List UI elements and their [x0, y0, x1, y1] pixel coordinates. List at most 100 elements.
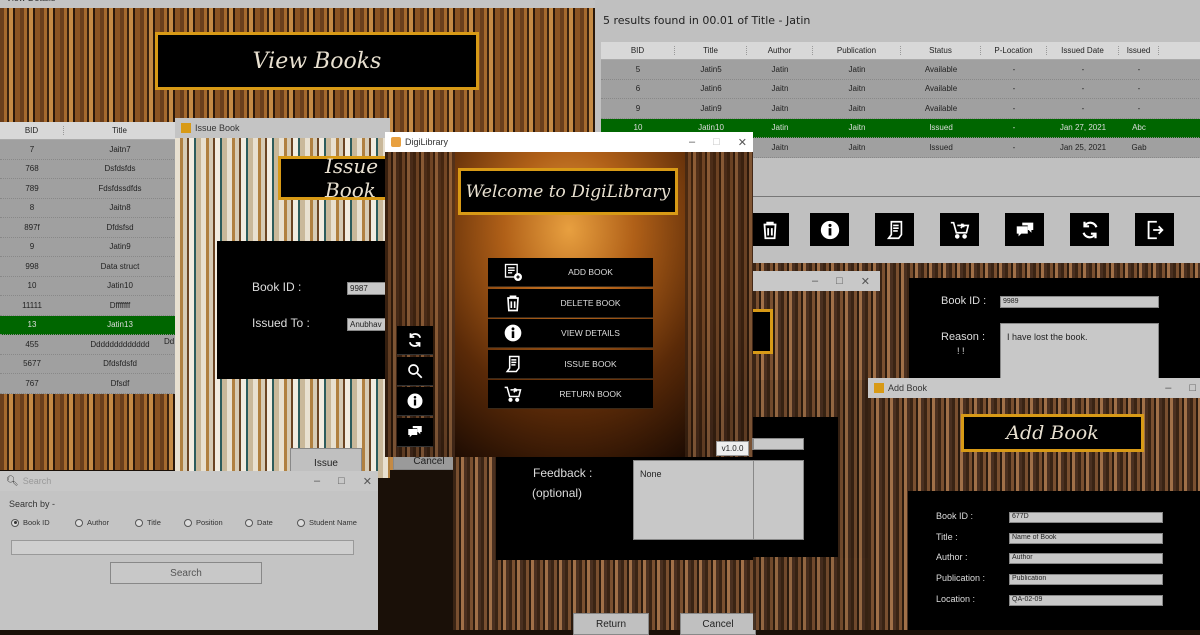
cell-bid: 7	[29, 144, 35, 154]
maximize-icon[interactable]: □	[836, 275, 843, 287]
table-row[interactable]: 897f Dfdsfsd	[0, 218, 176, 238]
search-option-position[interactable]: Position	[184, 518, 223, 527]
maximize-icon[interactable]: □	[338, 475, 345, 487]
cell-bid: 11111	[22, 300, 42, 310]
column-header[interactable]: P-Location	[981, 46, 1047, 55]
menu-item-add-book[interactable]: ADD BOOK	[488, 258, 653, 287]
table-row[interactable]: 767 Dfsdf	[0, 374, 176, 394]
info-button[interactable]	[810, 213, 849, 246]
table-row[interactable]: 9 Jatin9 Jaitn Jaitn Available - - -	[601, 99, 1200, 119]
issued-to-label: Issued To :	[252, 316, 310, 330]
cell-title: Data struct	[100, 261, 140, 271]
column-header[interactable]: Issued	[1119, 46, 1159, 55]
side-feedback-button[interactable]	[397, 417, 433, 447]
issue-icon	[488, 354, 538, 374]
table-row[interactable]: 8 Jaitn8	[0, 198, 176, 218]
column-header-bid[interactable]: BID	[0, 126, 64, 135]
table-row[interactable]: 768 Dsfdsfds	[0, 159, 176, 179]
side-search-button[interactable]	[397, 356, 433, 386]
trash-button[interactable]	[750, 213, 789, 246]
close-icon[interactable]: ✕	[738, 136, 747, 149]
search-input[interactable]	[11, 540, 354, 555]
issued-to-input[interactable]: Anubhav	[347, 318, 387, 331]
issue-button[interactable]	[875, 213, 914, 246]
table-row[interactable]: 11111 Dfffffff	[0, 296, 176, 316]
column-header[interactable]: Publication	[813, 46, 901, 55]
radio-button[interactable]	[297, 518, 305, 527]
close-icon[interactable]: ✕	[363, 475, 372, 488]
radio-button[interactable]	[75, 518, 83, 527]
add-book-titlebar: Add Book – □	[868, 378, 1200, 398]
menu-item-return-book[interactable]: RETURN BOOK	[488, 380, 653, 409]
radio-button[interactable]	[184, 518, 192, 527]
column-header[interactable]: Status	[901, 46, 981, 55]
results-summary: 5 results found in 00.01 of Title - Jati…	[603, 14, 811, 27]
table-row[interactable]: 789 Fdsfdssdfds	[0, 179, 176, 199]
table-cell: Available	[924, 103, 958, 113]
refresh-button[interactable]	[1070, 213, 1109, 246]
search-option-book-id[interactable]: Book ID	[11, 518, 50, 527]
column-header[interactable]: Title	[675, 46, 747, 55]
side-refresh-button[interactable]	[397, 326, 433, 355]
column-header[interactable]: Author	[747, 46, 813, 55]
table-row[interactable]: 6 Jatin6 Jaitn Jaitn Available - - -	[601, 79, 1200, 99]
table-row[interactable]: 998 Data struct	[0, 257, 176, 277]
add-field-label: Author :	[936, 552, 968, 563]
radio-label: Position	[196, 518, 223, 527]
add-book-icon	[488, 262, 538, 282]
search-option-title[interactable]: Title	[135, 518, 161, 527]
radio-button[interactable]	[245, 518, 253, 527]
menu-item-delete-book[interactable]: DELETE BOOK	[488, 288, 653, 318]
table-row[interactable]: 5 Jatin5 Jatin Jatin Available - - -	[601, 60, 1200, 80]
table-cell: Jaitn	[771, 142, 789, 152]
table-row[interactable]: 7 Jaitn7	[0, 140, 176, 160]
overflow-text: Dd	[164, 337, 175, 346]
table-row[interactable]: 5677 Dfdsfdsfd	[0, 354, 176, 374]
return-right-textarea[interactable]	[753, 460, 804, 540]
table-row[interactable]: 10 Jatin10	[0, 276, 176, 296]
menu-item-issue-book[interactable]: ISSUE BOOK	[488, 349, 653, 379]
menu-item-view-details[interactable]: VIEW DETAILS	[488, 319, 653, 348]
add-field-input[interactable]: Author	[1009, 553, 1163, 565]
maximize-icon[interactable]: □	[1189, 382, 1196, 394]
return-cart-icon	[949, 219, 971, 241]
exit-button[interactable]	[1135, 213, 1174, 246]
search-option-student-name[interactable]: Student Name	[297, 518, 357, 527]
return-cart-button[interactable]	[940, 213, 979, 246]
feedback-button[interactable]	[1005, 213, 1044, 246]
column-header-title[interactable]: Title	[64, 126, 176, 135]
view-details-table: BID Title 7 Jaitn7 768 Dsfdsfds 789 Fdsfdssdf…	[0, 122, 176, 394]
close-icon[interactable]: ✕	[861, 275, 870, 288]
maximize-icon[interactable]: □	[713, 136, 720, 148]
info-icon	[819, 219, 841, 241]
digilibrary-title: DigiLibrary	[405, 137, 449, 147]
minimize-icon[interactable]: –	[314, 475, 320, 487]
add-field-input[interactable]: Name of Book	[1009, 532, 1163, 544]
column-header[interactable]: BID	[601, 46, 675, 55]
search-option-date[interactable]: Date	[245, 518, 273, 527]
menu-item-label: ADD BOOK	[568, 267, 613, 277]
add-field-input[interactable]: Publication	[1009, 574, 1163, 586]
add-field-input[interactable]: QA-02-09	[1009, 594, 1163, 606]
search-option-author[interactable]: Author	[75, 518, 109, 527]
search-window: 🔍︎ Search – □ ✕ Search by - Book ID Author T…	[0, 471, 378, 630]
minimize-icon[interactable]: –	[1165, 382, 1171, 394]
add-field-input[interactable]: 677D	[1009, 512, 1163, 523]
book-id-input[interactable]: 9987	[347, 282, 387, 295]
side-info-button[interactable]	[397, 387, 433, 416]
delete-book-id-input[interactable]: 9989	[1000, 296, 1159, 308]
radio-button[interactable]	[11, 518, 19, 527]
minimize-icon[interactable]: –	[812, 275, 818, 287]
search-button[interactable]: Search	[110, 562, 262, 584]
table-row[interactable]: 13 Jatin13	[0, 315, 176, 335]
minimize-icon[interactable]: –	[689, 136, 695, 148]
return-cancel-button[interactable]: Cancel	[680, 613, 756, 635]
reason-textarea[interactable]: I have lost the book.	[1000, 323, 1159, 383]
radio-button[interactable]	[135, 518, 143, 527]
return-button[interactable]: Return	[573, 613, 649, 635]
search-title: Search	[22, 476, 52, 486]
column-header[interactable]: Issued Date	[1047, 46, 1119, 55]
table-row[interactable]: 455 Ddddddddddddd	[0, 335, 176, 355]
table-row[interactable]: 9 Jatin9	[0, 237, 176, 257]
return-right-field[interactable]	[753, 438, 804, 450]
